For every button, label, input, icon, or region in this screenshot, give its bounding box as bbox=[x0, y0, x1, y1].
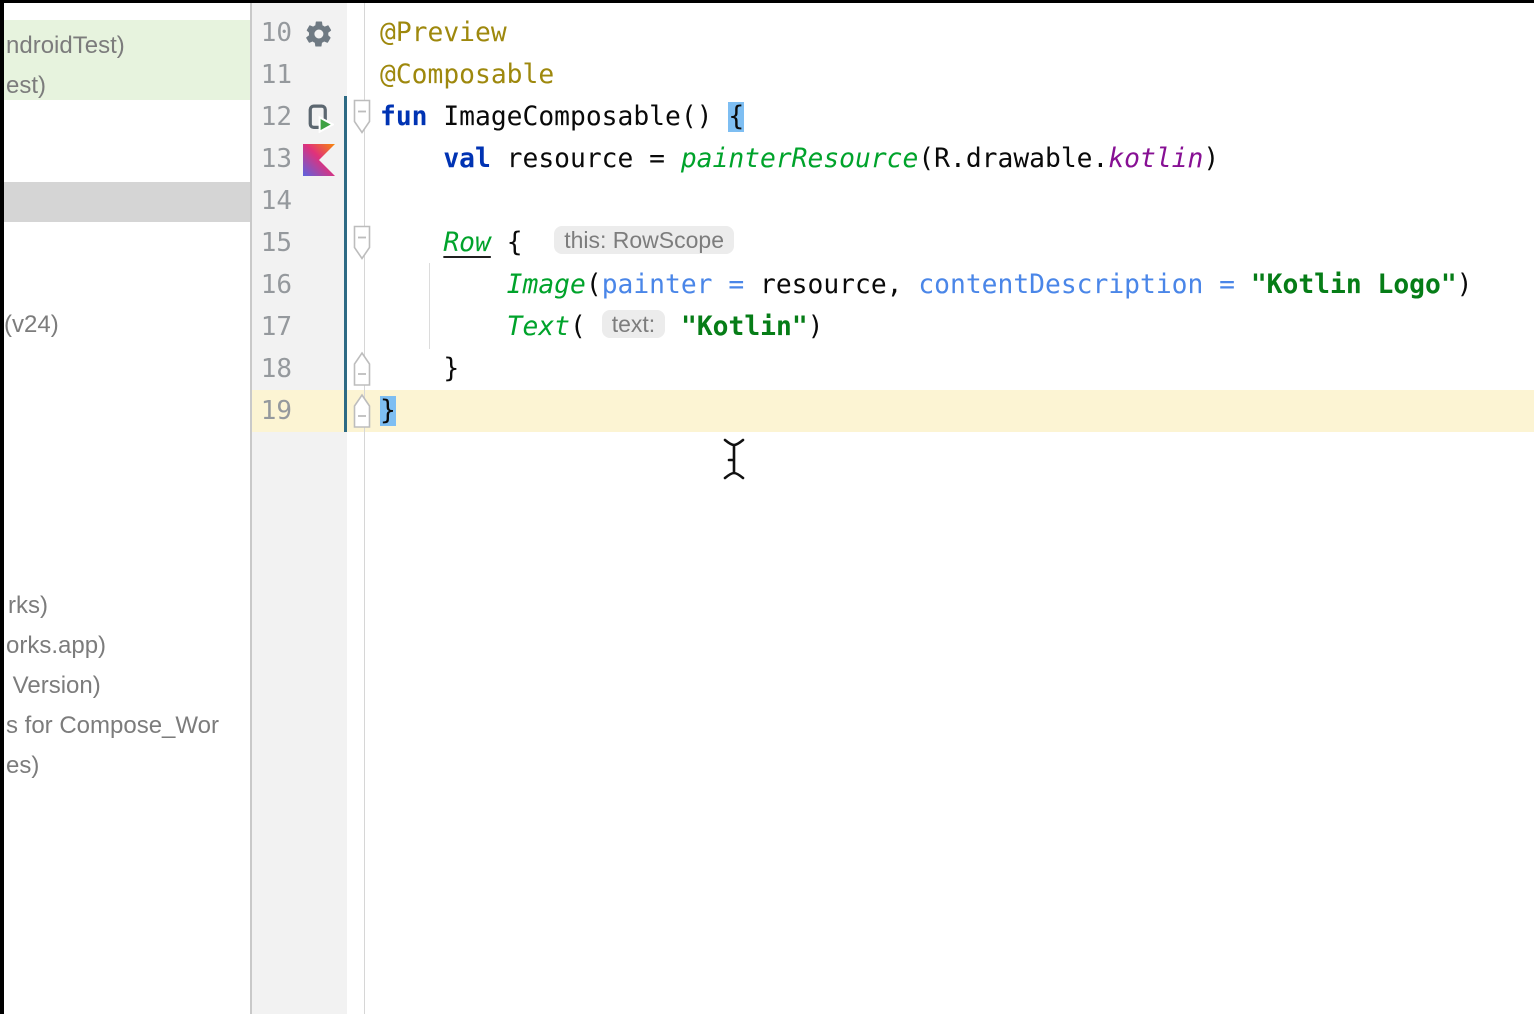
gutter-line: 18 bbox=[250, 348, 380, 390]
line-number: 19 bbox=[250, 390, 292, 432]
gutter-line: 14 bbox=[250, 180, 380, 222]
code-line[interactable]: val resource = painterResource(R.drawabl… bbox=[365, 138, 1534, 180]
code-token: val bbox=[443, 144, 491, 174]
code-token: fun bbox=[380, 102, 428, 132]
window-top-edge bbox=[0, 0, 1534, 3]
ide-window: ndroidTest)est) (v24) rks)orks.app) Versio… bbox=[0, 0, 1534, 1014]
code-token: ImageComposable() bbox=[428, 102, 729, 132]
code-token: ( bbox=[570, 312, 602, 342]
code-token: } bbox=[380, 354, 459, 384]
line-number: 10 bbox=[250, 12, 292, 54]
sidebar-item[interactable]: Version) bbox=[6, 666, 101, 706]
code-token: contentDescription = bbox=[918, 270, 1250, 300]
code-token bbox=[380, 228, 443, 258]
code-token: painter = bbox=[602, 270, 760, 300]
sidebar-item[interactable]: rks) bbox=[8, 586, 48, 626]
gutter-line: 17 bbox=[250, 306, 380, 348]
sidebar-item[interactable]: est) bbox=[6, 66, 46, 106]
code-line[interactable]: @Composable bbox=[365, 54, 1534, 96]
code-token: painterResource bbox=[681, 144, 918, 174]
sidebar-item[interactable]: (v24) bbox=[4, 305, 59, 345]
code-token: "Kotlin Logo" bbox=[1251, 270, 1457, 300]
gutter-line: 19 bbox=[250, 390, 380, 432]
code-token: } bbox=[380, 396, 396, 426]
line-number: 11 bbox=[250, 54, 292, 96]
code-line[interactable]: @Preview bbox=[365, 12, 1534, 54]
code-token: { bbox=[507, 228, 523, 258]
code-line[interactable]: } bbox=[365, 348, 1534, 390]
code-token: ) bbox=[808, 312, 824, 342]
code-token: Image bbox=[507, 270, 586, 300]
code-token bbox=[523, 228, 555, 258]
code-token: (R.drawable. bbox=[918, 144, 1108, 174]
sidebar-item[interactable]: es) bbox=[6, 746, 39, 786]
code-token: ( bbox=[586, 270, 602, 300]
line-number: 14 bbox=[250, 180, 292, 222]
code-token: { bbox=[728, 102, 744, 132]
kotlin-icon[interactable] bbox=[302, 143, 336, 177]
code-line[interactable]: Image(painter = resource, contentDescrip… bbox=[365, 264, 1534, 306]
inlay-hint: text: bbox=[602, 310, 665, 338]
code-token: @Preview bbox=[380, 18, 507, 48]
project-sidebar[interactable]: ndroidTest)est) (v24) rks)orks.app) Versio… bbox=[4, 3, 250, 1014]
code-token: resource, bbox=[760, 270, 918, 300]
gutter-line: 10 bbox=[250, 12, 380, 54]
line-number: 17 bbox=[250, 306, 292, 348]
line-number: 12 bbox=[250, 96, 292, 138]
code-token: ) bbox=[1203, 144, 1219, 174]
line-number: 15 bbox=[250, 222, 292, 264]
code-token: resource = bbox=[491, 144, 681, 174]
gutter-line: 13 bbox=[250, 138, 380, 180]
code-line[interactable]: } bbox=[365, 390, 1534, 432]
code-token bbox=[380, 312, 507, 342]
sidebar-item[interactable]: orks.app) bbox=[6, 626, 106, 666]
run-preview-icon[interactable] bbox=[302, 101, 336, 135]
code-line[interactable]: Row { this: RowScope bbox=[365, 222, 1534, 264]
line-number: 13 bbox=[250, 138, 292, 180]
code-line[interactable]: Text( text: "Kotlin") bbox=[365, 306, 1534, 348]
code-token bbox=[380, 144, 443, 174]
gutter-line: 11 bbox=[250, 54, 380, 96]
gear-icon[interactable] bbox=[302, 17, 336, 51]
gutter-line: 12 bbox=[250, 96, 380, 138]
gutter-line: 16 bbox=[250, 264, 380, 306]
code-token: @Composable bbox=[380, 60, 554, 90]
code-token: kotlin bbox=[1108, 144, 1203, 174]
line-number: 18 bbox=[250, 348, 292, 390]
code-token bbox=[380, 270, 507, 300]
sidebar-item[interactable]: s for Compose_Wor bbox=[6, 706, 219, 746]
line-number: 16 bbox=[250, 264, 292, 306]
code-line[interactable]: fun ImageComposable() { bbox=[365, 96, 1534, 138]
text-cursor-pointer bbox=[720, 437, 748, 486]
window-left-edge bbox=[0, 0, 4, 1014]
code-token: "Kotlin" bbox=[681, 312, 808, 342]
code-token: Row bbox=[443, 228, 491, 258]
code-token: ) bbox=[1457, 270, 1473, 300]
tree-selection-inactive bbox=[4, 182, 250, 222]
inlay-hint: this: RowScope bbox=[554, 226, 734, 254]
code-token bbox=[491, 228, 507, 258]
code-token: Text bbox=[507, 312, 570, 342]
gutter-line: 15 bbox=[250, 222, 380, 264]
code-token bbox=[665, 312, 681, 342]
code-line[interactable] bbox=[365, 180, 1534, 222]
sidebar-item[interactable]: ndroidTest) bbox=[6, 26, 125, 66]
